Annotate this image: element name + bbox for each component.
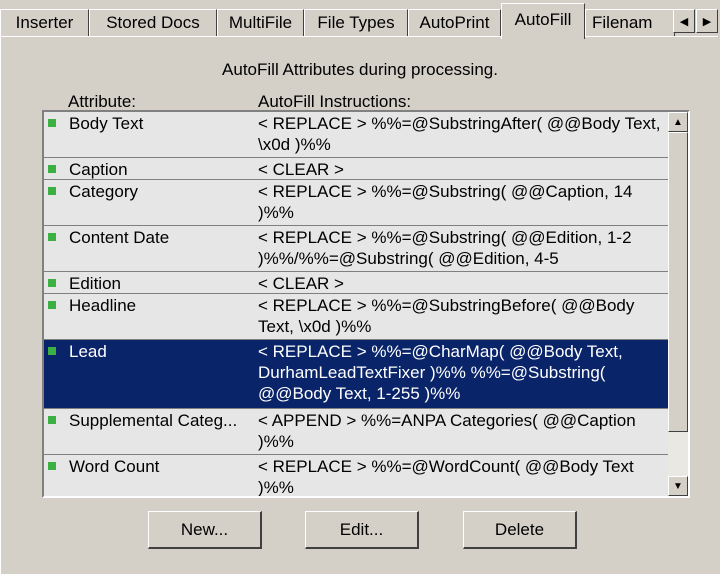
delete-button[interactable]: Delete [463, 511, 577, 549]
row-attribute: Body Text [69, 114, 144, 133]
tab-filenam[interactable]: Filenam [585, 9, 675, 36]
row-instructions: < APPEND > %%=ANPA Categories( @@Caption… [258, 411, 636, 451]
row-marker-icon [48, 301, 56, 309]
row-marker-icon [48, 279, 56, 287]
arrow-left-icon[interactable]: ◀ [673, 9, 695, 33]
list-item[interactable]: Content Date < REPLACE > %%=@Substring( … [44, 226, 668, 272]
list-item[interactable]: Caption < CLEAR > [44, 158, 668, 180]
scroll-thumb[interactable] [668, 132, 688, 432]
list-item[interactable]: Supplemental Categ... < APPEND > %%=ANPA… [44, 409, 668, 455]
list-item[interactable]: Body Text < REPLACE > %%=@SubstringAfter… [44, 112, 668, 158]
column-header-instructions: AutoFill Instructions: [258, 92, 412, 111]
row-attribute: Category [69, 182, 138, 201]
row-instructions: < REPLACE > %%=@SubstringAfter( @@Body T… [258, 114, 661, 154]
panel-heading: AutoFill Attributes during processing. [222, 60, 498, 79]
row-marker-icon [48, 165, 56, 173]
vertical-scrollbar[interactable]: ▲ ▼ [668, 112, 688, 496]
row-instructions: < REPLACE > %%=@SubstringBefore( @@Body … [258, 296, 635, 336]
list-item-selected[interactable]: Lead < REPLACE > %%=@CharMap( @@Body Tex… [44, 340, 668, 409]
tab-stored-docs[interactable]: Stored Docs [89, 9, 217, 36]
tab-autofill[interactable]: AutoFill [501, 3, 585, 39]
list-item[interactable]: Edition < CLEAR > [44, 272, 668, 294]
row-instructions: < CLEAR > [258, 160, 344, 179]
column-header-attribute: Attribute: [68, 92, 137, 111]
row-marker-icon [48, 347, 56, 355]
row-instructions: < REPLACE > %%=@WordCount( @@Body Text )… [258, 457, 634, 496]
row-instructions: < REPLACE > %%=@Substring( @@Caption, 14… [258, 182, 633, 222]
tab-autoprint[interactable]: AutoPrint [408, 9, 501, 36]
row-instructions: < REPLACE > %%=@Substring( @@Edition, 1-… [258, 228, 632, 268]
list-item[interactable]: Word Count < REPLACE > %%=@WordCount( @@… [44, 455, 668, 496]
arrow-right-icon[interactable]: ▶ [696, 9, 718, 33]
attribute-rows: Body Text < REPLACE > %%=@SubstringAfter… [44, 112, 668, 496]
row-attribute: Lead [69, 342, 107, 361]
scroll-up-icon[interactable]: ▲ [668, 112, 688, 132]
tab-file-types[interactable]: File Types [304, 9, 408, 36]
tab-inserter[interactable]: Inserter [0, 9, 89, 36]
row-marker-icon [48, 233, 56, 241]
new-button[interactable]: New... [148, 511, 262, 549]
edit-button[interactable]: Edit... [305, 511, 419, 549]
list-item[interactable]: Headline < REPLACE > %%=@SubstringBefore… [44, 294, 668, 340]
row-instructions: < CLEAR > [258, 274, 344, 293]
row-attribute: Headline [69, 296, 137, 315]
row-attribute: Edition [69, 274, 121, 293]
row-attribute: Caption [69, 160, 128, 179]
scroll-down-icon[interactable]: ▼ [668, 476, 688, 496]
tab-scroll-arrows: ◀ ▶ [673, 9, 720, 33]
row-attribute: Word Count [69, 457, 160, 476]
tab-strip: Inserter Stored Docs MultiFile File Type… [0, 0, 720, 40]
attribute-list[interactable]: Body Text < REPLACE > %%=@SubstringAfter… [42, 110, 690, 498]
tab-multifile[interactable]: MultiFile [217, 9, 304, 36]
row-marker-icon [48, 119, 56, 127]
row-instructions: < REPLACE > %%=@CharMap( @@Body Text, Du… [258, 342, 623, 403]
row-marker-icon [48, 187, 56, 195]
row-attribute: Content Date [69, 228, 170, 247]
row-marker-icon [48, 416, 56, 424]
list-item[interactable]: Category < REPLACE > %%=@Substring( @@Ca… [44, 180, 668, 226]
row-attribute: Supplemental Categ... [69, 411, 238, 430]
row-marker-icon [48, 462, 56, 470]
